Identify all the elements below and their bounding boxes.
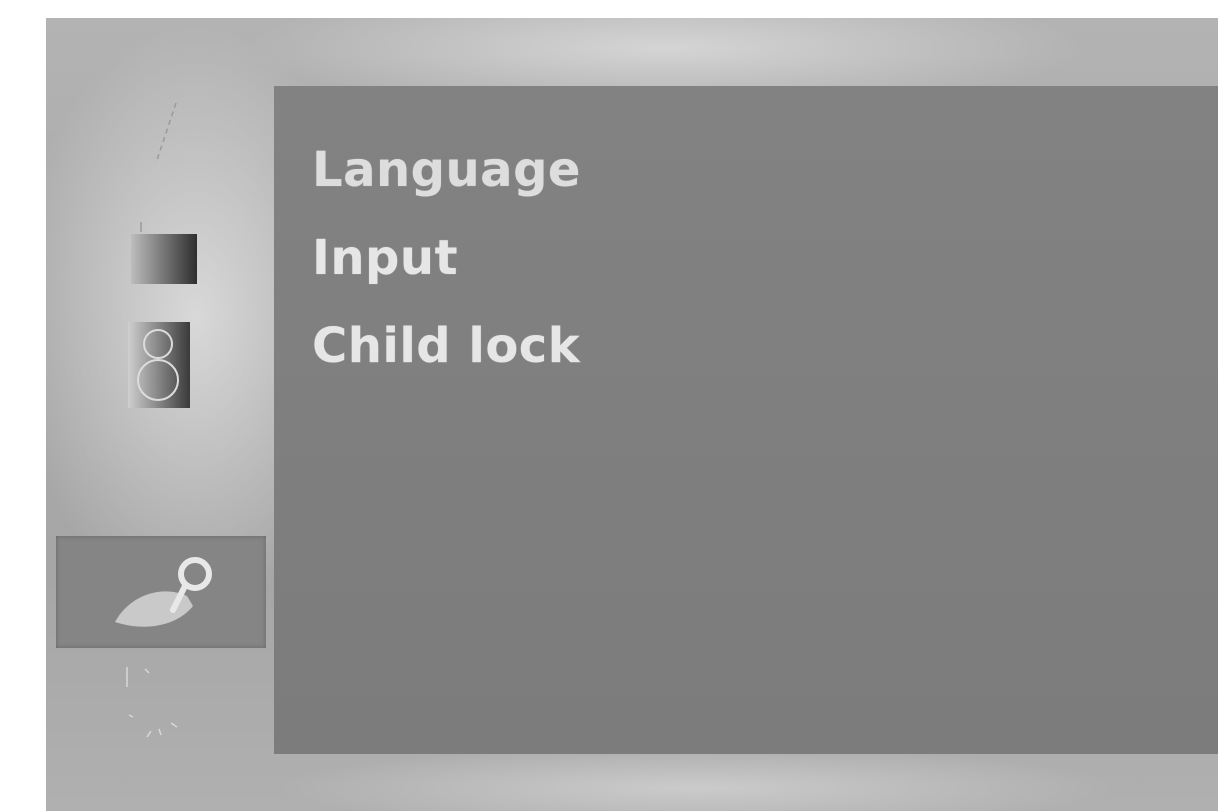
menu-item-language[interactable]: Language bbox=[312, 126, 581, 214]
category-sidebar bbox=[46, 18, 274, 811]
menu-item-child-lock[interactable]: Child lock bbox=[312, 302, 581, 390]
osd-menu-window: Language Input Child lock bbox=[46, 18, 1218, 811]
picture-icon[interactable] bbox=[126, 88, 206, 178]
menu-item-input[interactable]: Input bbox=[312, 214, 581, 302]
option-icon[interactable] bbox=[56, 536, 266, 648]
option-menu-list: Language Input Child lock bbox=[312, 126, 581, 390]
option-menu-panel: Language Input Child lock bbox=[274, 86, 1218, 754]
speaker-icon[interactable] bbox=[111, 313, 211, 413]
tv-screen-icon[interactable] bbox=[116, 213, 206, 293]
screen-icon[interactable] bbox=[106, 654, 206, 754]
